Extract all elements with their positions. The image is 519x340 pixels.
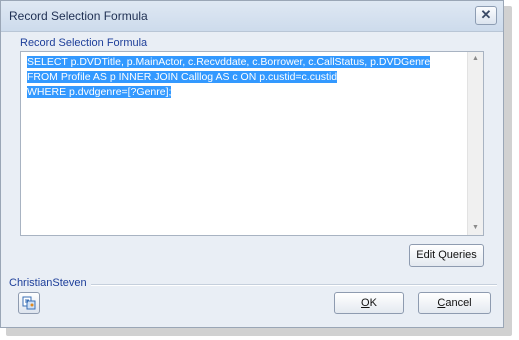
formula-line-2: FROM Profile AS p INNER JOIN Calllog AS … (27, 70, 465, 85)
close-button[interactable]: ✕ (475, 6, 497, 25)
ok-button[interactable]: OK (334, 292, 404, 314)
brand-divider (91, 284, 497, 286)
edit-queries-button[interactable]: Edit Queries (409, 244, 484, 267)
formula-text[interactable]: SELECT p.DVDTitle, p.MainActor, c.Recvdd… (27, 55, 465, 100)
close-icon: ✕ (480, 7, 492, 22)
formula-line-3: WHERE p.dvdgenre=[?Genre]; (27, 85, 465, 100)
formula-line-1: SELECT p.DVDTitle, p.MainActor, c.Recvdd… (27, 55, 465, 70)
cancel-button[interactable]: Cancel (418, 292, 491, 314)
dialog-tool-icon (22, 296, 36, 310)
formula-line-3-text: WHERE p.dvdgenre=[?Genre]; (27, 86, 172, 98)
scroll-up-icon[interactable]: ▲ (468, 52, 483, 66)
record-selection-dialog: Record Selection Formula ✕ Record Select… (0, 0, 504, 328)
formula-line-1-text: SELECT p.DVDTitle, p.MainActor, c.Recvdd… (27, 56, 431, 68)
cancel-label-rest: ancel (445, 297, 472, 309)
window-title: Record Selection Formula (9, 9, 148, 23)
ok-mnemonic: O (361, 297, 370, 309)
formula-label: Record Selection Formula (20, 37, 148, 49)
ok-label-rest: K (369, 297, 377, 309)
tool-button[interactable] (18, 292, 40, 314)
formula-line-2-text: FROM Profile AS p INNER JOIN Calllog AS … (27, 71, 338, 83)
brand-label: ChristianSteven (9, 277, 87, 289)
title-bar[interactable]: Record Selection Formula ✕ (1, 1, 503, 32)
scroll-down-icon[interactable]: ▼ (468, 221, 483, 235)
formula-editor[interactable]: SELECT p.DVDTitle, p.MainActor, c.Recvdd… (20, 51, 484, 236)
vertical-scrollbar[interactable]: ▲ ▼ (467, 52, 483, 235)
